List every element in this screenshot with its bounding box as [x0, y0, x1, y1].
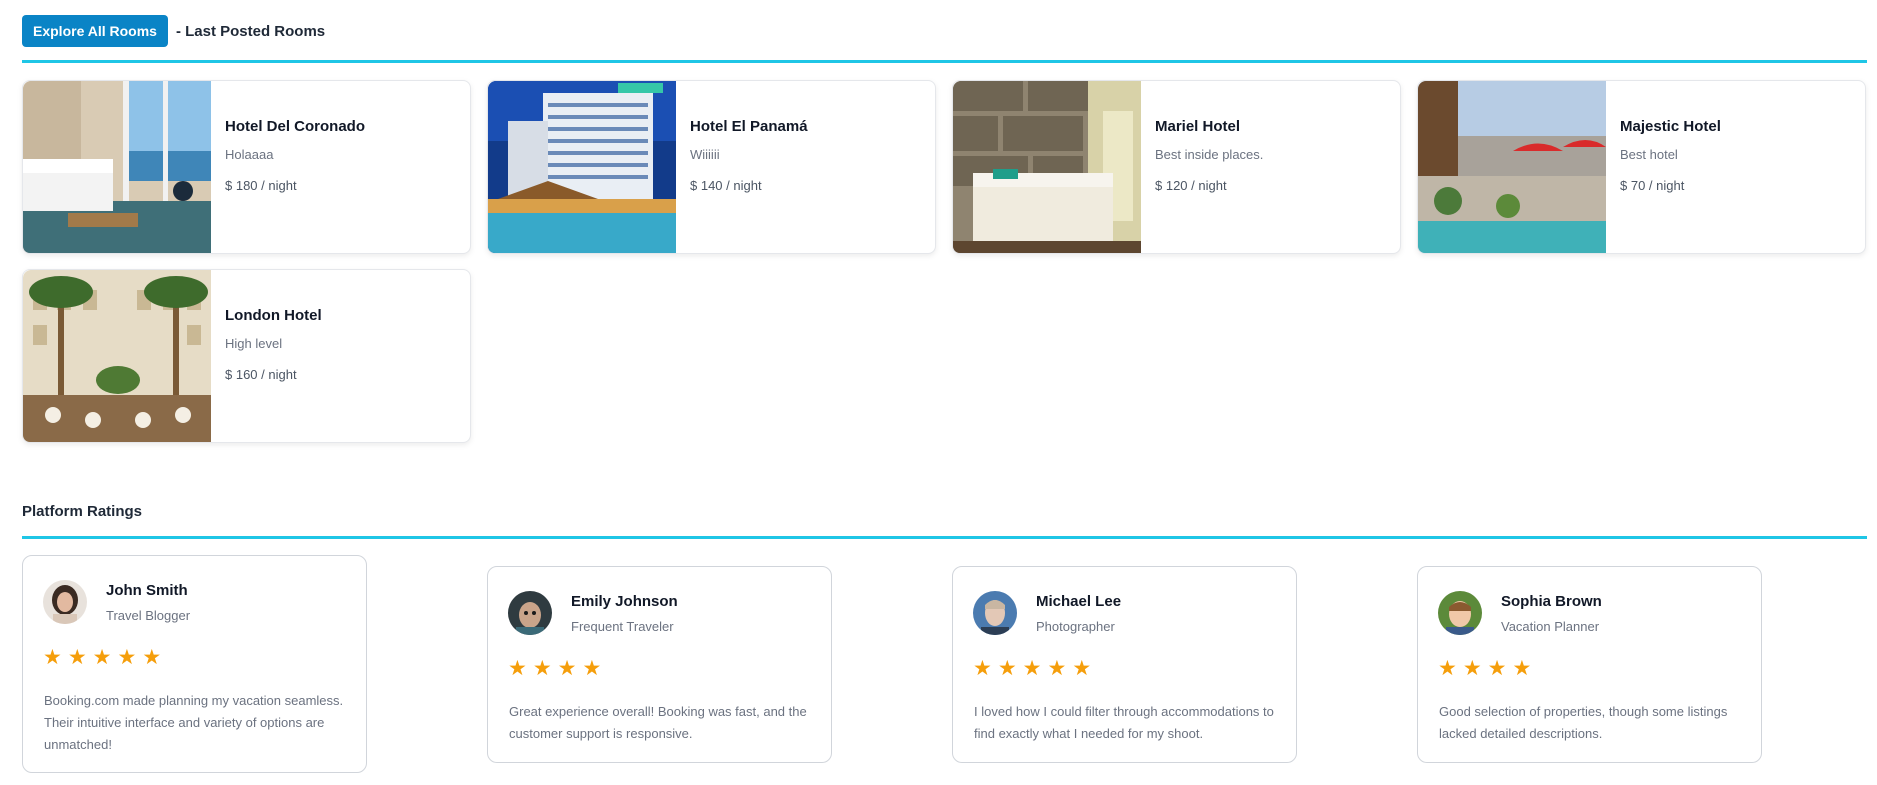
- room-price: $ 140 / night: [690, 178, 762, 193]
- reviewer-role: Vacation Planner: [1501, 619, 1600, 634]
- star-rating: ★ ★ ★ ★ ★: [973, 658, 1091, 679]
- rooms-section-subtitle: - Last Posted Rooms: [175, 22, 326, 40]
- room-price: $ 70 / night: [1620, 178, 1685, 193]
- explore-all-rooms-button[interactable]: Explore All Rooms: [22, 15, 168, 47]
- reviewer-role: Travel Blogger: [106, 608, 191, 623]
- ratings-divider: [22, 536, 1867, 539]
- room-description: Holaaaa: [225, 147, 274, 162]
- reviewer-name: John Smith: [106, 582, 188, 599]
- room-photo: [953, 81, 1141, 253]
- room-card-mariel-hotel[interactable]: Mariel Hotel Best inside places. $ 120 /…: [952, 80, 1401, 254]
- room-name: Mariel Hotel: [1155, 118, 1241, 135]
- room-price: $ 160 / night: [225, 367, 297, 382]
- room-description: Wiiiiii: [690, 147, 720, 162]
- review-text: Good selection of properties, though som…: [1439, 704, 1728, 741]
- star-icon: ★: [117, 646, 137, 669]
- avatar: [508, 591, 552, 635]
- reviewer-name: Emily Johnson: [571, 593, 678, 610]
- reviewer-role: Frequent Traveler: [571, 619, 674, 634]
- star-icon: ★: [142, 646, 162, 669]
- avatar: [1438, 591, 1482, 635]
- star-icon: ★: [508, 657, 527, 680]
- star-icon: ★: [1512, 657, 1532, 680]
- room-price: $ 120 / night: [1155, 178, 1227, 193]
- star-rating: ★ ★ ★ ★: [508, 658, 601, 679]
- room-description: High level: [225, 336, 283, 351]
- room-photo: [23, 81, 211, 253]
- rooms-header: Explore All Rooms - Last Posted Rooms: [22, 15, 325, 47]
- star-rating: ★ ★ ★ ★: [1438, 658, 1531, 679]
- room-photo: [1418, 81, 1606, 253]
- star-icon: ★: [1462, 657, 1482, 680]
- room-price: $ 180 / night: [225, 178, 297, 193]
- room-description: Best inside places.: [1155, 147, 1264, 162]
- room-card-majestic-hotel[interactable]: Majestic Hotel Best hotel $ 70 / night: [1417, 80, 1866, 254]
- star-icon: ★: [997, 657, 1017, 680]
- star-icon: ★: [973, 657, 992, 680]
- avatar: [43, 580, 87, 624]
- review-card-sophia-brown: Sophia Brown Vacation Planner ★ ★ ★ ★ Go…: [1417, 566, 1762, 763]
- star-icon: ★: [1022, 657, 1042, 680]
- star-icon: ★: [1047, 657, 1067, 680]
- avatar: [973, 591, 1017, 635]
- reviewer-name: Michael Lee: [1036, 593, 1122, 610]
- room-name: Hotel El Panamá: [690, 118, 808, 135]
- star-icon: ★: [1487, 657, 1507, 680]
- reviewer-role: Photographer: [1036, 619, 1115, 634]
- room-name: Hotel Del Coronado: [225, 118, 366, 135]
- room-name: Majestic Hotel: [1620, 118, 1721, 135]
- star-icon: ★: [557, 657, 577, 680]
- star-icon: ★: [92, 646, 112, 669]
- review-card-emily-johnson: Emily Johnson Frequent Traveler ★ ★ ★ ★ …: [487, 566, 832, 763]
- star-icon: ★: [582, 657, 602, 680]
- review-text: I loved how I could filter through accom…: [974, 704, 1274, 741]
- room-description: Best hotel: [1620, 147, 1678, 162]
- room-card-hotel-el-panama[interactable]: Hotel El Panamá Wiiiiii $ 140 / night: [487, 80, 936, 254]
- review-card-michael-lee: Michael Lee Photographer ★ ★ ★ ★ ★ I lov…: [952, 566, 1297, 763]
- room-photo: [23, 270, 211, 442]
- star-icon: ★: [1072, 657, 1092, 680]
- room-name: London Hotel: [225, 307, 322, 324]
- room-card-london-hotel[interactable]: London Hotel High level $ 160 / night: [22, 269, 471, 443]
- star-rating: ★ ★ ★ ★ ★: [43, 647, 161, 668]
- star-icon: ★: [43, 646, 62, 669]
- ratings-section-title: Platform Ratings: [22, 503, 143, 520]
- room-photo: [488, 81, 676, 253]
- review-card-john-smith: John Smith Travel Blogger ★ ★ ★ ★ ★ Book…: [22, 555, 367, 773]
- star-icon: ★: [67, 646, 87, 669]
- review-text: Booking.com made planning my vacation se…: [44, 693, 344, 752]
- star-icon: ★: [1438, 657, 1457, 680]
- rooms-divider: [22, 60, 1867, 63]
- review-text: Great experience overall! Booking was fa…: [509, 704, 807, 741]
- star-icon: ★: [532, 657, 552, 680]
- room-card-hotel-del-coronado[interactable]: Hotel Del Coronado Holaaaa $ 180 / night: [22, 80, 471, 254]
- reviewer-name: Sophia Brown: [1501, 593, 1602, 610]
